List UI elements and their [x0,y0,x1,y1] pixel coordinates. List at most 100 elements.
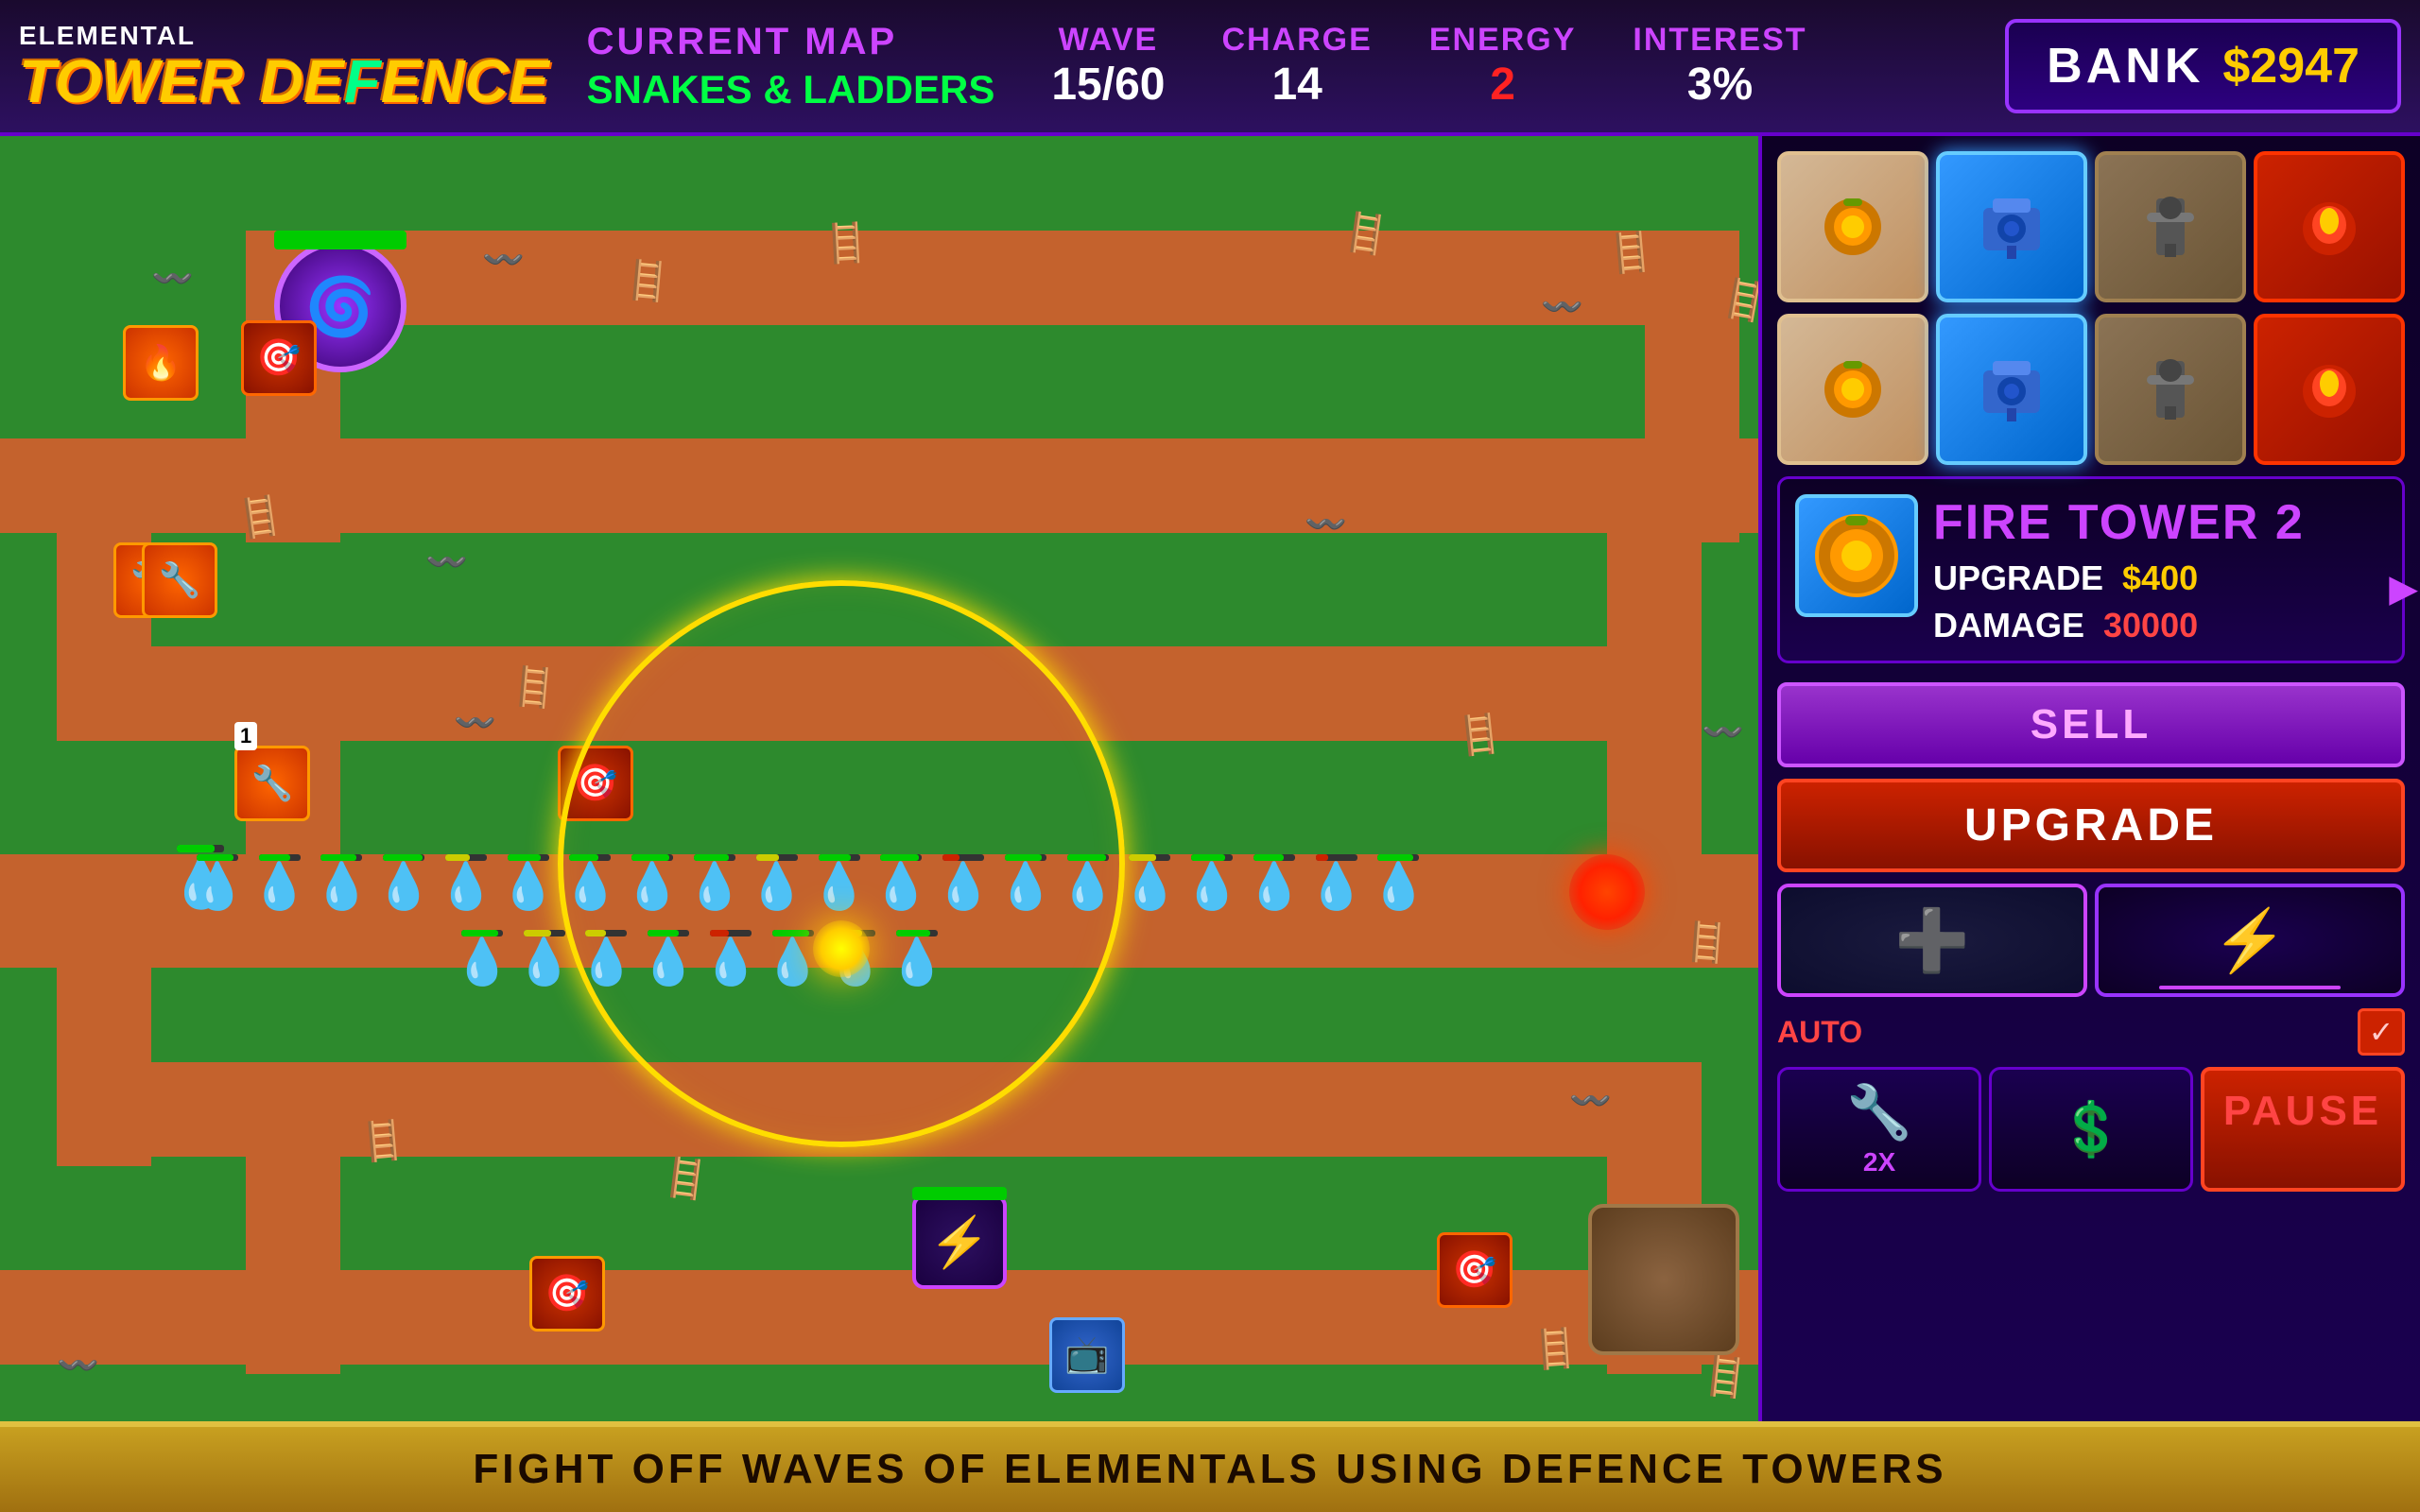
e21: 💧 [454,930,510,988]
e17: 💧 [1184,854,1240,913]
health-pack-icon[interactable]: ➕ [1777,884,2087,997]
tower-info-text: FIRE TOWER 2 UPGRADE $400 DAMAGE 30000 [1933,494,2387,645]
interest-stat: INTEREST 3% [1633,22,1806,111]
lightning-health-bar [912,1187,1007,1200]
speed-button[interactable]: 🔧 2X [1777,1067,1981,1192]
e26: 💧 [765,930,821,988]
dirt-block [1588,1204,1739,1355]
snake-1: 〰️ [151,259,194,299]
road-v8 [246,1062,340,1374]
snake-5: 〰️ [454,703,496,743]
lightning-icon[interactable]: ⚡ [2095,884,2405,997]
e5: 💧 [438,854,494,913]
wave-value: 15/60 [1051,59,1165,111]
bottom-message: FIGHT OFF WAVES OF ELEMENTALS USING DEFE… [473,1446,1946,1493]
tower-grid-1 [1777,151,2405,302]
upgrade-button[interactable]: UPGRADE [1777,779,2405,872]
e2: 💧 [251,854,308,913]
e25: 💧 [702,930,759,988]
stats-area: CURRENT MAP SNAKES & LADDERS [587,21,995,112]
ladder-4: 🪜 [1605,229,1656,277]
damage-value: 30000 [2103,606,2198,645]
road-v7 [57,854,151,1166]
hit-effect [1569,854,1645,930]
pause-button[interactable]: PAUSE [2201,1067,2405,1192]
bank-area: BANK $2947 [2005,19,2401,113]
ladder-11: 🪜 [659,1154,711,1204]
road-top-h [246,231,1739,325]
snake-8: 〰️ [1569,1081,1612,1121]
selected-tower-panel: FIRE TOWER 2 UPGRADE $400 DAMAGE 30000 [1777,476,2405,663]
e14: 💧 [997,854,1054,913]
tower-map-fire-4[interactable]: 🎯 [529,1256,605,1332]
tower-map-fire-5[interactable]: 🎯 [1437,1232,1512,1308]
e19: 💧 [1308,854,1365,913]
e11: 💧 [811,854,868,913]
auto-row: AUTO ✓ [1777,1008,2405,1056]
snake-9: 〰️ [57,1346,99,1385]
wave-stat: WAVE 15/60 [1051,22,1165,111]
tower-slot-1-1[interactable] [1777,151,1928,302]
auto-label: AUTO [1777,1015,1862,1050]
energy-stat: ENERGY 2 [1429,22,1577,111]
e10: 💧 [749,854,805,913]
tower-map-1[interactable]: 🔥 [123,325,199,401]
tower-slot-1-4[interactable] [2254,151,2405,302]
e8: 💧 [624,854,681,913]
bank-label: BANK [2047,38,2204,94]
e28: 💧 [889,930,945,988]
e6: 💧 [500,854,557,913]
damage-label: DAMAGE [1933,606,2084,645]
tower-slot-2-3[interactable] [2095,314,2246,465]
snake-2: 〰️ [482,240,525,280]
upgrade-cost-row: UPGRADE $400 [1933,558,2387,598]
charge-stat: CHARGE 14 [1221,22,1372,111]
tower-slot-1-2[interactable] [1936,151,2087,302]
e1: 💧 [189,854,246,913]
e16: 💧 [1121,854,1178,913]
bottom-icons: 🔧 2X 💲 PAUSE [1777,1067,2405,1192]
tower-map-fire-2[interactable]: 🎯 [241,320,317,396]
speed-label: 2X [1863,1147,1895,1177]
ladder-1: 🪜 [622,257,673,305]
ladder-13: 🪜 [1700,1353,1751,1402]
tower-slot-2-2[interactable] [1936,314,2087,465]
e22: 💧 [516,930,573,988]
sidebar: ▶ FIRE TOWER 2 UPGRADE $400 [1758,136,2420,1421]
ladder-10: 🪜 [357,1117,408,1165]
energy-value: 2 [1490,59,1515,111]
e20: 💧 [1371,854,1427,913]
sell-button[interactable]: SELL [1777,682,2405,767]
tower-level-label: 1 [234,722,257,750]
tower-slot-2-1[interactable] [1777,314,1928,465]
e7: 💧 [562,854,619,913]
attack-effect [813,920,870,977]
money-icon: 💲 [2058,1098,2124,1160]
interest-value: 3% [1687,59,1753,111]
e23: 💧 [579,930,635,988]
e15: 💧 [1060,854,1116,913]
e24: 💧 [640,930,697,988]
tower-map-fire-3[interactable]: 🎯 [558,746,633,821]
logo-main: TOWER DEFENCE [19,51,549,112]
power-row: ➕ ⚡ [1777,884,2405,997]
snake-3: 〰️ [1541,287,1583,327]
current-map-label: CURRENT MAP [587,21,995,63]
upgrade-cost: $400 [2122,558,2198,598]
enemy-row: 💧 💧 💧 💧 💧 💧 💧 💧 💧 💧 💧 💧 💧 💧 💧 💧 [189,854,1426,913]
portal-health-bar [274,231,406,249]
money-button[interactable]: 💲 [1989,1067,2193,1192]
tower-map-5[interactable]: 🔧 [234,746,310,821]
tower-icon-large[interactable] [1795,494,1918,617]
auto-checkbox[interactable]: ✓ [2358,1008,2405,1056]
lightning-tower-map[interactable]: ⚡ [912,1194,1007,1289]
game-map[interactable]: 🌀 🪜 🪜 🪜 🪜 🪜 🪜 🪜 🪜 🪜 🪜 🪜 🪜 🪜 〰️ 〰️ 〰️ 〰️ … [0,136,1758,1421]
e3: 💧 [314,854,371,913]
tower-map-4[interactable]: 🔧 [142,542,217,618]
tower-map-blue-1[interactable]: 📺 [1049,1317,1125,1393]
ladder-2: 🪜 [821,220,871,267]
top-bar: ELEMENTAL TOWER DEFENCE CURRENT MAP SNAK… [0,0,2420,136]
tower-slot-2-4[interactable] [2254,314,2405,465]
snake-6: 〰️ [1305,505,1347,544]
tower-slot-1-3[interactable] [2095,151,2246,302]
